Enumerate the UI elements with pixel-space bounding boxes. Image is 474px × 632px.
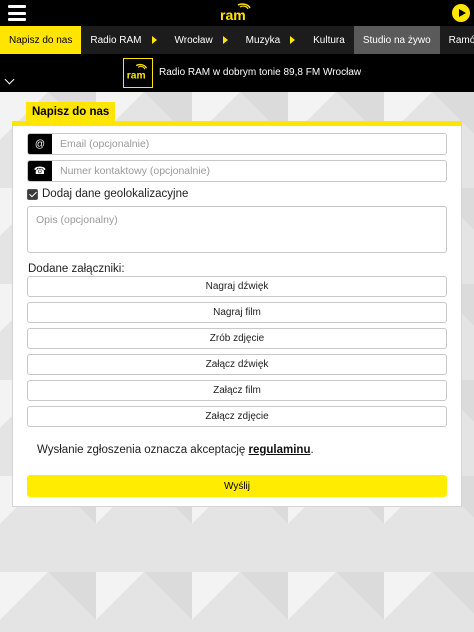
- geolocation-option[interactable]: Dodaj dane geolokalizacyjne: [27, 188, 188, 200]
- description-textarea[interactable]: Opis (opcjonalny): [27, 206, 447, 253]
- nav-item-label: Radio RAM: [90, 34, 142, 46]
- logo-text: ram: [220, 7, 246, 23]
- attach-video-button[interactable]: Załącz film: [27, 380, 447, 401]
- phone-icon: ☎: [28, 161, 52, 181]
- terms-prefix: Wysłanie zgłoszenia oznacza akceptację: [37, 444, 249, 456]
- menu-icon[interactable]: [8, 5, 26, 21]
- record-video-button[interactable]: Nagraj film: [27, 302, 447, 323]
- chevron-down-icon[interactable]: [4, 74, 15, 85]
- top-bar: ram: [0, 0, 474, 26]
- submenu-arrow-icon: [290, 36, 296, 44]
- email-field: @: [27, 133, 447, 155]
- nav-item-label: Napisz do nas: [9, 34, 73, 46]
- station-logo-text: ram: [127, 71, 146, 82]
- nav-item-muzyka[interactable]: Muzyka: [237, 26, 304, 54]
- email-input[interactable]: [52, 134, 446, 154]
- form-title-tab: Napisz do nas: [26, 102, 116, 121]
- now-playing-bar: ram Radio RAM w dobrym tonie 89,8 FM Wro…: [0, 54, 474, 92]
- radio-ram-logo[interactable]: ram: [218, 3, 256, 23]
- terms-link[interactable]: regulaminu: [248, 444, 310, 456]
- geolocation-label: Dodaj dane geolokalizacyjne: [42, 188, 189, 200]
- nav-item-wroclaw[interactable]: Wrocław: [166, 26, 237, 54]
- nav-item-label: Muzyka: [245, 34, 281, 46]
- attach-photo-button[interactable]: Załącz zdjęcie: [27, 406, 447, 427]
- nav-item-label: Kultura: [313, 34, 345, 46]
- station-logo: ram: [123, 58, 153, 88]
- nav-item-radio-ram[interactable]: Radio RAM: [81, 26, 165, 54]
- phone-field: ☎: [27, 160, 447, 182]
- terms-suffix: .: [310, 444, 314, 456]
- attach-audio-button[interactable]: Załącz dźwięk: [27, 354, 447, 375]
- nav-item-napisz-do-nas[interactable]: Napisz do nas: [0, 26, 82, 54]
- geolocation-checkbox[interactable]: [27, 188, 38, 200]
- take-photo-button[interactable]: Zrób zdjęcie: [27, 328, 447, 349]
- at-sign-icon: @: [28, 134, 52, 154]
- nav-item-studio-na-zywo[interactable]: Studio na żywo: [353, 26, 440, 54]
- nav-item-ramowka[interactable]: Ramówka: [440, 26, 474, 54]
- attachments-label: Dodane załączniki:: [28, 263, 125, 275]
- nav-item-label: Studio na żywo: [362, 34, 431, 46]
- submenu-arrow-icon: [222, 36, 228, 44]
- submenu-arrow-icon: [151, 36, 157, 44]
- nav-item-label: Ramówka: [448, 34, 474, 46]
- play-icon[interactable]: [452, 4, 470, 22]
- nav-item-label: Wrocław: [174, 34, 213, 46]
- main-nav: Napisz do nas Radio RAM Wrocław Muzyka K…: [0, 26, 474, 54]
- submit-button[interactable]: Wyślij: [27, 475, 447, 497]
- phone-input[interactable]: [52, 161, 446, 181]
- record-audio-button[interactable]: Nagraj dźwięk: [27, 276, 447, 297]
- now-playing-text: Radio RAM w dobrym tonie 89,8 FM Wrocław: [159, 67, 362, 78]
- nav-item-kultura[interactable]: Kultura: [304, 26, 354, 54]
- terms-notice: Wysłanie zgłoszenia oznacza akceptację r…: [37, 444, 314, 456]
